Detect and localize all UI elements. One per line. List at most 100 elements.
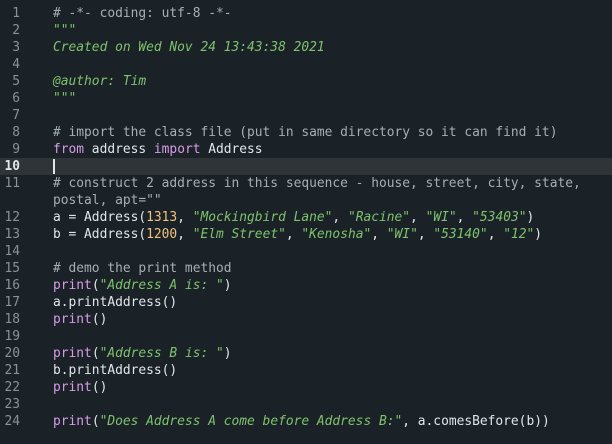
code-text: Created on Wed Nov 24 13:43:38 2021 bbox=[53, 39, 325, 56]
code-text: print("Does Address A come before Addres… bbox=[53, 413, 550, 430]
code-text: print("Address B is: ") bbox=[53, 345, 232, 362]
code-line[interactable]: 20 print("Address B is: ") bbox=[0, 345, 612, 362]
code-token: , bbox=[177, 210, 193, 225]
code-line[interactable]: 16 print("Address A is: ") bbox=[0, 277, 612, 294]
code-line[interactable]: 11 # construct 2 address in this sequence… bbox=[0, 175, 612, 192]
line-number: 16 bbox=[4, 278, 20, 293]
code-line[interactable]: 4 bbox=[0, 56, 612, 73]
code-line[interactable]: 7 bbox=[0, 107, 612, 124]
code-token: """ bbox=[53, 91, 77, 106]
line-number: 24 bbox=[4, 414, 20, 429]
code-line[interactable]: postal, apt="" bbox=[0, 192, 612, 209]
line-number: 23 bbox=[4, 397, 20, 412]
code-token: , bbox=[371, 227, 387, 242]
code-line[interactable]: 21 b.printAddress() bbox=[0, 362, 612, 379]
code-token: # -*- coding: utf-8 -*- bbox=[53, 6, 232, 21]
line-number: 3 bbox=[12, 40, 20, 55]
line-number: 6 bbox=[12, 91, 20, 106]
code-token: , bbox=[456, 210, 473, 225]
code-line[interactable]: 6 """ bbox=[0, 90, 612, 107]
code-token: import bbox=[153, 142, 201, 157]
line-number: 18 bbox=[4, 312, 20, 327]
code-token: "Mockingbird Lane" bbox=[192, 210, 333, 225]
line-number: 21 bbox=[4, 363, 20, 378]
code-text: from address import Address bbox=[53, 141, 263, 158]
code-line[interactable]: 23 bbox=[0, 396, 612, 413]
line-number: 5 bbox=[12, 74, 20, 89]
code-line[interactable]: 9 from address import Address bbox=[0, 141, 612, 158]
code-line[interactable]: 2 """ bbox=[0, 22, 612, 39]
code-line[interactable]: 17 a.printAddress() bbox=[0, 294, 612, 311]
code-token: Created on Wed Nov 24 13:43:38 2021 bbox=[53, 40, 325, 55]
line-number: 14 bbox=[4, 244, 20, 259]
code-token: "Address B is: " bbox=[99, 346, 224, 361]
code-line[interactable]: 15 # demo the print method bbox=[0, 260, 612, 277]
code-line[interactable]: 12 a = Address(1313, "Mockingbird Lane", … bbox=[0, 209, 612, 226]
code-token: @author: Tim bbox=[53, 74, 147, 89]
line-number: 15 bbox=[4, 261, 20, 276]
code-text: @author: Tim bbox=[53, 73, 146, 90]
code-token: postal, apt="" bbox=[53, 193, 162, 208]
code-token: , bbox=[177, 227, 193, 242]
code-token: """ bbox=[53, 23, 77, 38]
line-number: 10 bbox=[4, 159, 20, 174]
code-token: ) bbox=[534, 227, 543, 242]
code-token: ) bbox=[526, 210, 535, 225]
code-token: "Kenosha" bbox=[301, 227, 372, 242]
code-line[interactable]: 18 print() bbox=[0, 311, 612, 328]
code-token: address bbox=[84, 142, 154, 157]
code-token: print bbox=[53, 346, 92, 361]
code-text: print() bbox=[53, 379, 107, 396]
line-number: 1 bbox=[12, 6, 20, 21]
code-line[interactable]: 3 Created on Wed Nov 24 13:43:38 2021 bbox=[0, 39, 612, 56]
code-token: "WI" bbox=[425, 210, 457, 225]
code-token: ( bbox=[91, 346, 100, 361]
code-token: , bbox=[410, 210, 426, 225]
line-number: 2 bbox=[12, 23, 20, 38]
code-text: a = Address(1313, "Mockingbird Lane", "R… bbox=[53, 209, 534, 226]
code-text: # demo the print method bbox=[53, 260, 232, 277]
code-token: print bbox=[53, 414, 92, 429]
code-editor[interactable]: 1 # -*- coding: utf-8 -*- 2 """ 3 Created on … bbox=[0, 0, 612, 444]
code-line[interactable]: 14 bbox=[0, 243, 612, 260]
code-text: # import the class file (put in same dir… bbox=[53, 124, 557, 141]
code-token: from bbox=[53, 142, 85, 157]
code-token: print bbox=[53, 380, 92, 395]
code-token: () bbox=[91, 312, 108, 327]
code-token: "53403" bbox=[472, 210, 527, 225]
code-token: "WI" bbox=[386, 227, 418, 242]
code-text: b.printAddress() bbox=[53, 362, 177, 379]
code-line[interactable]: 13 b = Address(1200, "Elm Street", "Kenos… bbox=[0, 226, 612, 243]
code-token: a.printAddress() bbox=[53, 295, 178, 310]
code-text: print("Address A is: ") bbox=[53, 277, 232, 294]
line-number: 8 bbox=[12, 125, 20, 140]
code-token: "Racine" bbox=[347, 210, 411, 225]
code-token: , bbox=[487, 227, 504, 242]
code-token: "12" bbox=[503, 227, 535, 242]
code-text: """ bbox=[53, 90, 76, 107]
code-text: # -*- coding: utf-8 -*- bbox=[53, 5, 232, 22]
code-token: print bbox=[53, 312, 92, 327]
code-line[interactable]: 22 print() bbox=[0, 379, 612, 396]
code-token: Address bbox=[200, 142, 263, 157]
code-token: ( bbox=[91, 278, 100, 293]
code-text: # construct 2 address in this sequence -… bbox=[53, 175, 581, 192]
code-token: 1200 bbox=[146, 227, 178, 242]
code-text: postal, apt="" bbox=[53, 192, 162, 209]
code-line[interactable]: 19 bbox=[0, 328, 612, 345]
code-line[interactable]: 5 @author: Tim bbox=[0, 73, 612, 90]
code-line[interactable]: 1 # -*- coding: utf-8 -*- bbox=[0, 5, 612, 22]
code-line[interactable]: 8 # import the class file (put in same di… bbox=[0, 124, 612, 141]
code-token: # demo the print method bbox=[53, 261, 232, 276]
line-number: 7 bbox=[12, 108, 20, 123]
code-token: a = Address( bbox=[53, 210, 147, 225]
code-token: "Address A is: " bbox=[99, 278, 224, 293]
code-line[interactable]: 24 print("Does Address A come before Addr… bbox=[0, 413, 612, 430]
text-cursor bbox=[53, 159, 55, 174]
code-token: ) bbox=[223, 278, 232, 293]
code-text: a.printAddress() bbox=[53, 294, 177, 311]
line-number: 13 bbox=[4, 227, 20, 242]
line-number: 19 bbox=[4, 329, 20, 344]
line-number: 20 bbox=[4, 346, 20, 361]
code-line[interactable]: 10 bbox=[0, 158, 612, 175]
